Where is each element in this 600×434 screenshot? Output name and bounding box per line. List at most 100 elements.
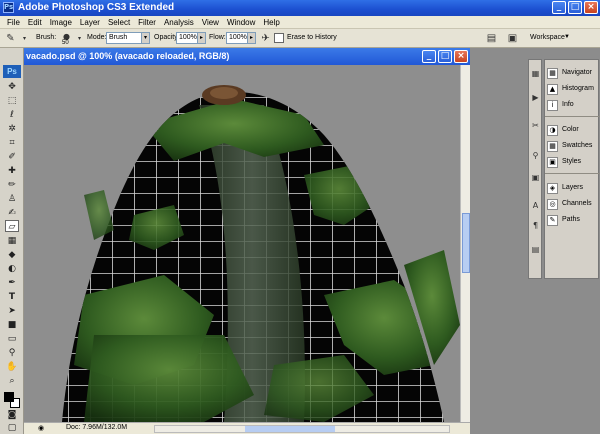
menu-file[interactable]: File: [3, 18, 24, 27]
erase-to-history-label: Erase to History: [287, 34, 337, 41]
workspace-dropdown-icon[interactable]: ▼: [564, 34, 570, 40]
tool-presets-panel-icon[interactable]: ✂: [530, 120, 541, 131]
options-bar: ✎ ▾ Brush: ● 50 ▾ Mode: Brush ▾ Opacity:…: [0, 29, 600, 48]
gradient-tool-icon[interactable]: ▦: [5, 235, 19, 247]
magic-wand-tool-icon[interactable]: ✲: [5, 123, 19, 135]
mode-dropdown-icon[interactable]: ▾: [141, 32, 150, 44]
quick-mask-icon[interactable]: ◙: [5, 409, 19, 421]
menu-view[interactable]: View: [198, 18, 223, 27]
panel-separator: [545, 173, 600, 174]
right-panel-dock: ▦ ▶ ✂ ⚲ ▣ A ¶ ▤ ▦ Navigator ▲ Histogram …: [470, 48, 600, 434]
move-tool-icon[interactable]: ✥: [5, 81, 19, 93]
panel-info[interactable]: i Info: [547, 99, 600, 113]
paths-icon: ✎: [547, 215, 558, 226]
panel-channels[interactable]: ◎ Channels: [547, 198, 600, 212]
menu-edit[interactable]: Edit: [24, 18, 46, 27]
foreground-color-swatch[interactable]: [4, 392, 14, 402]
lasso-tool-icon[interactable]: ℓ: [5, 109, 19, 121]
healing-brush-tool-icon[interactable]: ✚: [5, 165, 19, 177]
panel-histogram[interactable]: ▲ Histogram: [547, 83, 600, 97]
clone-stamp-tool-icon[interactable]: ♙: [5, 193, 19, 205]
erase-to-history-checkbox[interactable]: [274, 33, 284, 43]
pen-tool-icon[interactable]: ✒: [5, 277, 19, 289]
zoom-indicator-icon[interactable]: ◉: [38, 424, 48, 433]
blur-tool-icon[interactable]: ◆: [5, 249, 19, 261]
flow-slider-icon[interactable]: ▸: [247, 32, 256, 44]
info-icon: i: [547, 100, 558, 111]
paragraph-panel-icon[interactable]: ¶: [530, 220, 541, 231]
mode-select[interactable]: Brush: [106, 32, 142, 44]
opacity-input[interactable]: 100%: [176, 32, 198, 44]
eyedropper-tool-icon[interactable]: ⚲: [5, 347, 19, 359]
panel-icon-column: ▦ ▶ ✂ ⚲ ▣ A ¶ ▤: [528, 59, 542, 279]
path-selection-tool-icon[interactable]: ➤: [5, 305, 19, 317]
app-titlebar: Ps Adobe Photoshop CS3 Extended _ □ ×: [0, 0, 600, 16]
minimize-button[interactable]: _: [552, 1, 566, 14]
doc-maximize-button[interactable]: □: [438, 50, 452, 63]
document-window: vacado.psd @ 100% (avacado reloaded, RGB…: [24, 48, 470, 434]
bridge-icon[interactable]: ▣: [506, 32, 519, 45]
shape-tool-icon[interactable]: ■: [5, 319, 19, 331]
menu-filter[interactable]: Filter: [134, 18, 160, 27]
menu-select[interactable]: Select: [104, 18, 134, 27]
crop-tool-icon[interactable]: ⌗: [5, 137, 19, 149]
brushes-palette-icon[interactable]: ▤: [485, 32, 498, 45]
document-size-info[interactable]: Doc: 7.96M/132.0M: [66, 424, 127, 431]
avocado-texture-image: [62, 85, 460, 422]
panel-paths-label: Paths: [562, 216, 580, 223]
brushes-panel-icon[interactable]: ⚲: [530, 150, 541, 161]
eraser-tool-icon[interactable]: ▱: [5, 220, 19, 232]
menu-help[interactable]: Help: [259, 18, 283, 27]
zoom-tool-icon[interactable]: ⌕: [5, 375, 19, 387]
brush-size: 50: [62, 40, 69, 46]
hand-tool-icon[interactable]: ✋: [5, 361, 19, 373]
channels-icon: ◎: [547, 199, 558, 210]
screen-mode-icon[interactable]: ▢: [5, 422, 19, 434]
panel-styles[interactable]: ▣ Styles: [547, 156, 600, 170]
opacity-slider-icon[interactable]: ▸: [197, 32, 206, 44]
character-panel-icon[interactable]: A: [530, 200, 541, 211]
vertical-scrollbar[interactable]: [460, 65, 470, 422]
eraser-tool-preset-icon[interactable]: ✎: [4, 32, 17, 45]
dodge-tool-icon[interactable]: ◐: [5, 263, 19, 275]
doc-close-button[interactable]: ×: [454, 50, 468, 63]
photoshop-app-icon[interactable]: Ps: [3, 2, 14, 13]
airbrush-icon[interactable]: ✈: [259, 32, 272, 45]
preset-dropdown-icon[interactable]: ▾: [18, 32, 31, 45]
ps-logo[interactable]: Ps: [3, 65, 21, 78]
navigator-panel-icon[interactable]: ▦: [530, 68, 541, 79]
history-brush-tool-icon[interactable]: ✍: [5, 207, 19, 219]
panel-paths[interactable]: ✎ Paths: [547, 214, 600, 228]
marquee-tool-icon[interactable]: ⬚: [5, 95, 19, 107]
panel-layers[interactable]: ◈ Layers: [547, 182, 600, 196]
menu-layer[interactable]: Layer: [76, 18, 104, 27]
layer-comps-panel-icon[interactable]: ▤: [530, 244, 541, 255]
type-tool-icon[interactable]: T: [5, 291, 19, 303]
panel-color[interactable]: ◑ Color: [547, 124, 600, 138]
document-title: vacado.psd @ 100% (avacado reloaded, RGB…: [26, 51, 230, 61]
menu-window[interactable]: Window: [223, 18, 259, 27]
notes-tool-icon[interactable]: ▭: [5, 333, 19, 345]
vertical-scroll-thumb[interactable]: [462, 213, 470, 273]
menu-analysis[interactable]: Analysis: [160, 18, 198, 27]
image-canvas[interactable]: [24, 65, 460, 422]
workspace-button[interactable]: Workspace: [530, 34, 565, 41]
panel-swatches[interactable]: ▦ Swatches: [547, 140, 600, 154]
brush-picker-arrow-icon[interactable]: ▾: [73, 32, 86, 45]
clone-source-panel-icon[interactable]: ▣: [530, 172, 541, 183]
horizontal-scroll-thumb[interactable]: [245, 426, 335, 432]
menu-image[interactable]: Image: [46, 18, 76, 27]
flow-input[interactable]: 100%: [226, 32, 248, 44]
slice-tool-icon[interactable]: ✐: [5, 151, 19, 163]
horizontal-scrollbar[interactable]: [154, 425, 450, 433]
close-button[interactable]: ×: [584, 1, 598, 14]
brush-tool-icon[interactable]: ✏: [5, 179, 19, 191]
panel-navigator[interactable]: ▦ Navigator: [547, 67, 600, 81]
document-titlebar[interactable]: vacado.psd @ 100% (avacado reloaded, RGB…: [24, 48, 470, 65]
panel-channels-label: Channels: [562, 200, 592, 207]
styles-icon: ▣: [547, 157, 558, 168]
doc-minimize-button[interactable]: _: [422, 50, 436, 63]
maximize-button[interactable]: □: [568, 1, 582, 14]
panel-color-label: Color: [562, 126, 579, 133]
actions-panel-icon[interactable]: ▶: [530, 92, 541, 103]
